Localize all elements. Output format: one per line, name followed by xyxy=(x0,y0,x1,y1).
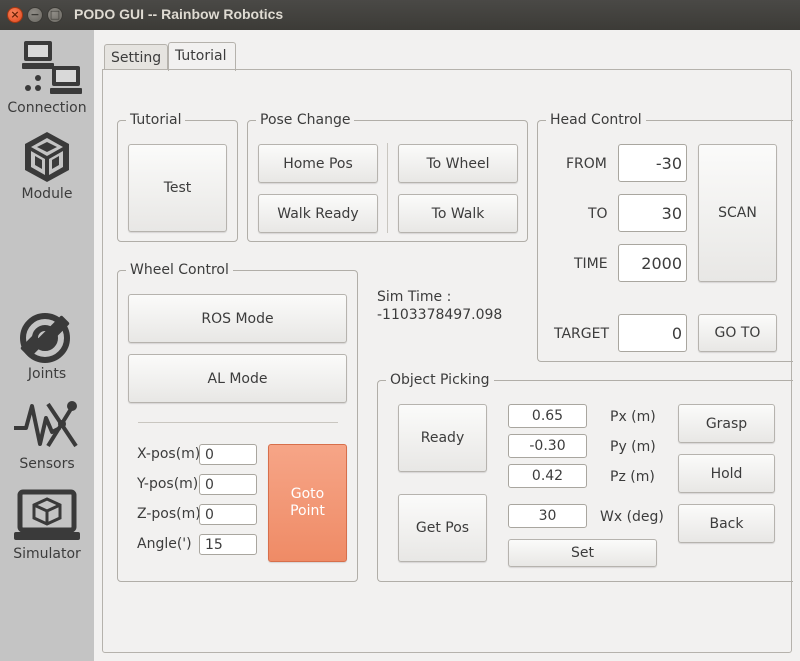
wx-label: Wx (deg) xyxy=(600,509,664,525)
maximize-icon: □ xyxy=(49,8,61,21)
wheel-control-group-title: Wheel Control xyxy=(126,260,233,280)
sidebar-item-joints[interactable]: Joints xyxy=(0,308,94,382)
ready-button[interactable]: Ready xyxy=(398,404,487,472)
tutorial-tab-pane: Tutorial Test Pose Change Home Pos Walk … xyxy=(102,69,793,653)
close-window-button[interactable]: × xyxy=(7,7,23,23)
title-bar: × − □ PODO GUI -- Rainbow Robotics xyxy=(0,0,800,30)
y-pos-label: Y-pos(m) xyxy=(137,476,199,492)
goto-point-label-line1: Goto xyxy=(290,486,325,502)
sim-time-value: -1103378497.098 xyxy=(377,307,503,323)
minimize-icon: − xyxy=(30,8,40,21)
simulator-icon xyxy=(14,489,80,540)
sidebar-label-sensors: Sensors xyxy=(19,456,75,472)
pz-input[interactable]: 0.42 xyxy=(508,464,587,488)
x-pos-input[interactable]: 0 xyxy=(199,444,257,465)
py-label: Py (m) xyxy=(610,439,656,455)
walk-ready-button[interactable]: Walk Ready xyxy=(258,194,378,233)
sidebar-label-joints: Joints xyxy=(27,366,67,382)
z-pos-input[interactable]: 0 xyxy=(199,504,257,525)
py-input[interactable]: -0.30 xyxy=(508,434,587,458)
ros-mode-button[interactable]: ROS Mode xyxy=(128,294,347,343)
object-picking-group-title: Object Picking xyxy=(386,370,494,390)
go-to-button[interactable]: GO TO xyxy=(698,314,777,352)
head-control-group-title: Head Control xyxy=(546,110,646,130)
to-input[interactable]: 30 xyxy=(618,194,687,232)
test-button[interactable]: Test xyxy=(128,144,227,232)
x-pos-label: X-pos(m) xyxy=(137,446,201,462)
module-icon xyxy=(25,132,69,182)
wx-input[interactable]: 30 xyxy=(508,504,587,528)
connection-icon xyxy=(22,41,82,94)
pz-label: Pz (m) xyxy=(610,469,655,485)
sidebar-label-connection: Connection xyxy=(7,100,87,116)
target-label: TARGET xyxy=(554,326,610,342)
z-pos-label: Z-pos(m) xyxy=(137,506,201,522)
scan-button[interactable]: SCAN xyxy=(698,144,777,282)
get-pos-button[interactable]: Get Pos xyxy=(398,494,487,562)
hold-button[interactable]: Hold xyxy=(678,454,775,493)
px-input[interactable]: 0.65 xyxy=(508,404,587,428)
from-label: FROM xyxy=(566,156,607,172)
window-title: PODO GUI -- Rainbow Robotics xyxy=(74,6,284,22)
set-button[interactable]: Set xyxy=(508,539,657,567)
sidebar-item-connection[interactable]: Connection xyxy=(0,38,94,116)
pose-change-divider xyxy=(387,143,388,233)
wheel-control-group: Wheel Control ROS Mode AL Mode X-pos(m) … xyxy=(117,260,358,582)
sidebar: Connection Module Joints Sensors Simulat… xyxy=(0,30,94,661)
back-button[interactable]: Back xyxy=(678,504,775,543)
to-wheel-button[interactable]: To Wheel xyxy=(398,144,518,183)
y-pos-input[interactable]: 0 xyxy=(199,474,257,495)
object-picking-group: Object Picking Ready Get Pos 0.65 Px (m)… xyxy=(377,370,793,582)
tutorial-group-title: Tutorial xyxy=(126,110,186,130)
grasp-button[interactable]: Grasp xyxy=(678,404,775,443)
pose-change-group: Pose Change Home Pos Walk Ready To Wheel… xyxy=(247,110,528,242)
head-control-group: Head Control FROM -30 TO 30 TIME 2000 SC… xyxy=(537,110,793,362)
sidebar-item-module[interactable]: Module xyxy=(0,130,94,202)
sidebar-label-module: Module xyxy=(21,186,73,202)
target-input[interactable]: 0 xyxy=(618,314,687,352)
sidebar-item-sensors[interactable]: Sensors xyxy=(0,398,94,472)
main-panel: Setting Tutorial Tutorial Test Pose Chan… xyxy=(94,30,800,661)
close-icon: × xyxy=(10,8,20,21)
px-label: Px (m) xyxy=(610,409,656,425)
time-label: TIME xyxy=(574,256,608,272)
to-label: TO xyxy=(588,206,608,222)
from-input[interactable]: -30 xyxy=(618,144,687,182)
angle-input[interactable]: 15 xyxy=(199,534,257,555)
sidebar-label-simulator: Simulator xyxy=(13,546,81,562)
al-mode-button[interactable]: AL Mode xyxy=(128,354,347,403)
goto-point-label-line2: Point xyxy=(290,503,325,519)
sidebar-item-simulator[interactable]: Simulator xyxy=(0,488,94,562)
minimize-window-button[interactable]: − xyxy=(27,7,43,23)
sim-time-label: Sim Time : xyxy=(377,289,452,305)
tutorial-group: Tutorial Test xyxy=(117,110,238,242)
angle-label: Angle(') xyxy=(137,536,192,552)
maximize-window-button[interactable]: □ xyxy=(47,7,63,23)
time-input[interactable]: 2000 xyxy=(618,244,687,282)
tab-tutorial[interactable]: Tutorial xyxy=(168,42,236,71)
home-pos-button[interactable]: Home Pos xyxy=(258,144,378,183)
sensors-icon xyxy=(14,401,78,448)
wheel-control-divider xyxy=(138,422,338,423)
tab-setting[interactable]: Setting xyxy=(104,44,168,70)
pose-change-group-title: Pose Change xyxy=(256,110,355,130)
goto-point-button[interactable]: Goto Point xyxy=(268,444,347,562)
to-walk-button[interactable]: To Walk xyxy=(398,194,518,233)
joints-icon xyxy=(20,313,70,363)
